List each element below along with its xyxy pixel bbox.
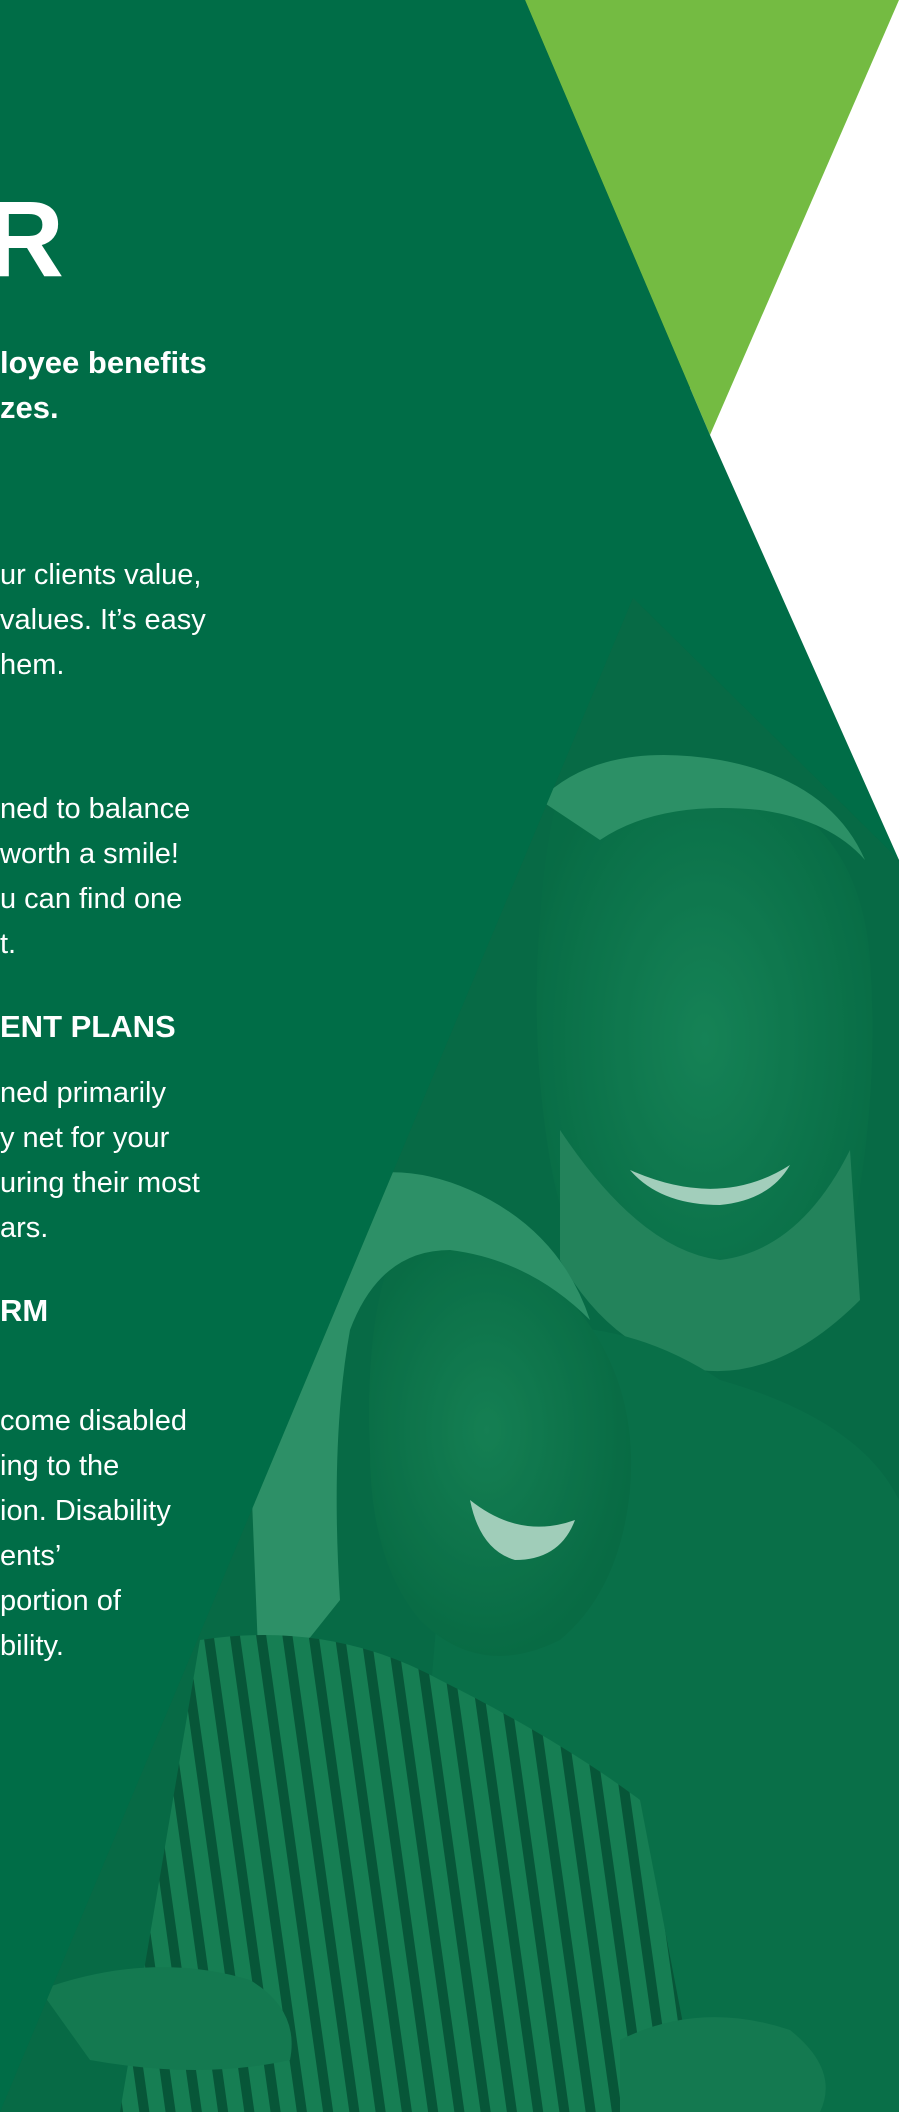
paragraph-clients: ur clients value, values. It’s easy hem. (0, 553, 206, 688)
paragraph-line: ars. (0, 1212, 49, 1244)
paragraph-balance: ned to balance worth a smile! u can find… (0, 787, 190, 967)
heading-term: RM (0, 1293, 49, 1328)
paragraph-line: t. (0, 928, 17, 960)
paragraph-retirement: ned primarily y net for your uring their… (0, 1071, 200, 1251)
heading-retirement-plans: ENT PLANS (0, 1009, 176, 1044)
paragraph-line: worth a smile! (0, 838, 179, 870)
paragraph-line: uring their most (0, 1167, 200, 1199)
background-artwork (0, 0, 899, 2112)
paragraph-line: come disabled (0, 1405, 187, 1437)
paragraph-line: ned primarily (0, 1077, 166, 1109)
paragraph-line: hem. (0, 649, 65, 681)
paragraph-line: ents’ (0, 1540, 62, 1572)
paragraph-line: portion of (0, 1585, 121, 1617)
paragraph-line: ur clients value, (0, 559, 202, 591)
paragraph-line: bility. (0, 1630, 64, 1662)
paragraph-line: y net for your (0, 1122, 170, 1154)
paragraph-line: values. It’s easy (0, 604, 206, 636)
intro-line: loyee benefits (0, 345, 207, 380)
paragraph-line: u can find one (0, 883, 183, 915)
paragraph-line: ned to balance (0, 793, 191, 825)
paragraph-line: ion. Disability (0, 1495, 171, 1527)
paragraph-line: ing to the (0, 1450, 120, 1482)
intro-text: loyee benefits zes. (0, 340, 207, 430)
heading-letter: R (0, 178, 64, 299)
paragraph-disability: come disabled ing to the ion. Disability… (0, 1399, 187, 1669)
intro-line: zes. (0, 390, 59, 425)
